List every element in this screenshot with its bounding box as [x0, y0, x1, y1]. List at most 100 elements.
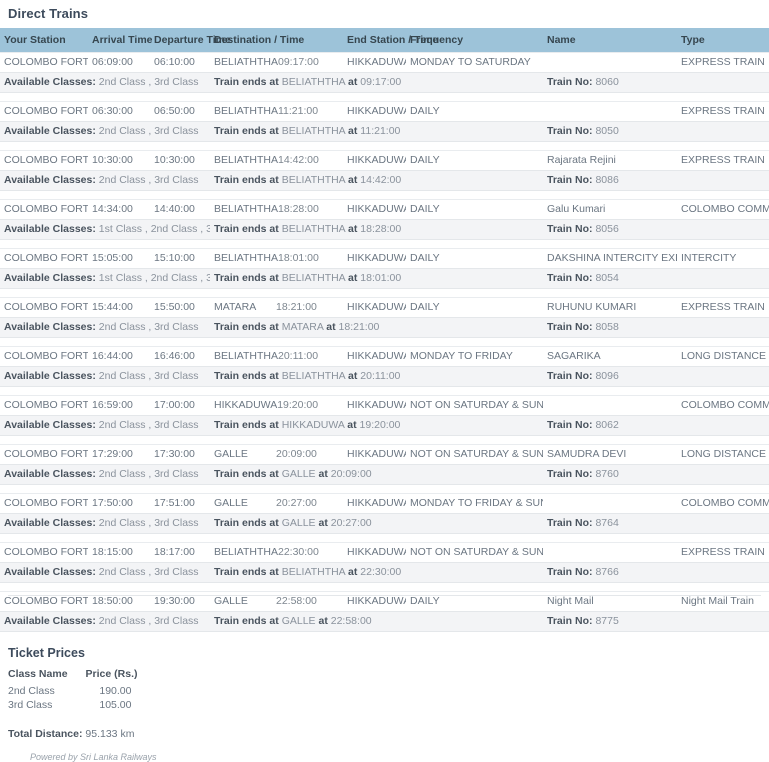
table-row[interactable]: COLOMBO FORT15:44:0015:50:00MATARA18:21:… [0, 298, 769, 318]
available-classes-label: Available Classes: [4, 468, 96, 480]
table-row[interactable]: COLOMBO FORT17:50:0017:51:00GALLE20:27:0… [0, 494, 769, 514]
train-ends-at-word: at [348, 125, 357, 137]
table-row-details: Available Classes: 2nd Class , 3rd Class… [0, 514, 769, 534]
train-ends-at: Train ends at BELIATHTHA at 20:11:00 [210, 367, 543, 387]
train-ends-label: Train ends at [214, 223, 279, 235]
destination-station: BELIATHTHA [214, 105, 278, 118]
column-header-frequency[interactable]: Frequency [406, 28, 543, 53]
cell-departure-time: 15:50:00 [150, 298, 210, 318]
cell-train-name [543, 396, 677, 416]
cell-train-name: RUHUNU KUMARI [543, 298, 677, 318]
end-station: HIKKADUWA [347, 350, 406, 363]
table-row-details: Available Classes: 2nd Class , 3rd Class… [0, 612, 769, 632]
cell-your-station: COLOMBO FORT [0, 200, 88, 220]
available-classes: Available Classes: 2nd Class , 3rd Class [0, 514, 210, 534]
destination-time: 20:09:00 [276, 448, 317, 460]
train-ends-station: BELIATHTHA [282, 76, 345, 88]
cell-destination: GALLE20:09:00 [210, 445, 343, 465]
available-classes-value: 2nd Class , 3rd Class [99, 125, 199, 137]
destination-time: 18:01:00 [278, 252, 319, 264]
train-ends-station: BELIATHTHA [282, 125, 345, 137]
available-classes-label: Available Classes: [4, 223, 96, 235]
table-row[interactable]: COLOMBO FORT14:34:0014:40:00BELIATHTHA18… [0, 200, 769, 220]
available-classes-value: 2nd Class , 3rd Class [99, 566, 199, 578]
cell-your-station: COLOMBO FORT [0, 494, 88, 514]
table-row[interactable]: COLOMBO FORT15:05:0015:10:00BELIATHTHA18… [0, 249, 769, 269]
end-station: HIKKADUWA [347, 301, 406, 314]
destination-station: BELIATHTHA [214, 56, 278, 69]
train-no-value: 8062 [595, 419, 618, 431]
train-ends-station: BELIATHTHA [282, 370, 345, 382]
train-ends-at: Train ends at BELIATHTHA at 11:21:00 [210, 122, 543, 142]
row-spacer [0, 191, 769, 200]
cell-train-type: LONG DISTANCE [677, 445, 769, 465]
cell-train-type: COLOMBO COMMUTER [677, 494, 769, 514]
end-station: HIKKADUWA [347, 252, 406, 265]
cell-end-station: HIKKADUWA20:09:00 [343, 494, 406, 514]
train-ends-station: GALLE [282, 615, 316, 627]
cell-end-station: HIKKADUWA12:22:00 [343, 151, 406, 171]
table-row[interactable]: COLOMBO FORT16:44:0016:46:00BELIATHTHA20… [0, 347, 769, 367]
cell-your-station: COLOMBO FORT [0, 543, 88, 563]
column-header-name[interactable]: Name [543, 28, 677, 53]
table-row[interactable]: COLOMBO FORT18:15:0018:17:00BELIATHTHA22… [0, 543, 769, 563]
train-ends-time: 14:42:00 [360, 174, 401, 186]
column-header-departure-time[interactable]: Departure Time [150, 28, 210, 53]
column-header-arrival-time[interactable]: Arrival Time [88, 28, 150, 53]
cell-departure-time: 16:46:00 [150, 347, 210, 367]
price-row: 2nd Class190.00 [8, 684, 137, 698]
table-row[interactable]: COLOMBO FORT17:29:0017:30:00GALLE20:09:0… [0, 445, 769, 465]
cell-train-type: INTERCITY [677, 249, 769, 269]
cell-end-station: HIKKADUWA18:29:00 [343, 347, 406, 367]
cell-arrival-time: 06:30:00 [88, 102, 150, 122]
table-row[interactable]: COLOMBO FORT10:30:0010:30:00BELIATHTHA14… [0, 151, 769, 171]
column-header-your-station[interactable]: Your Station [0, 28, 88, 53]
available-classes: Available Classes: 2nd Class , 3rd Class [0, 612, 210, 632]
column-header-class-name: Class Name [8, 668, 68, 684]
train-ends-label: Train ends at [214, 76, 279, 88]
column-header-end-station[interactable]: End Station / Time [343, 28, 406, 53]
destination-time: 09:17:00 [278, 56, 319, 68]
train-ends-time: 20:09:00 [331, 468, 372, 480]
train-no-label: Train No: [547, 370, 593, 382]
cell-train-type: EXPRESS TRAIN [677, 53, 769, 73]
cell-end-station: HIKKADUWA07:44:00 [343, 53, 406, 73]
train-no-label: Train No: [547, 76, 593, 88]
row-spacer [0, 534, 769, 543]
ticket-prices-section: Ticket Prices Class Name Price (Rs.) 2nd… [0, 632, 769, 762]
available-classes: Available Classes: 2nd Class , 3rd Class [0, 416, 210, 436]
train-ends-label: Train ends at [214, 272, 279, 284]
destination-station: BELIATHTHA [214, 546, 278, 559]
cell-destination: MATARA18:21:00 [210, 298, 343, 318]
cell-your-station: COLOMBO FORT [0, 445, 88, 465]
end-station: HIKKADUWA [347, 595, 406, 608]
train-ends-label: Train ends at [214, 419, 279, 431]
cell-departure-time: 17:00:00 [150, 396, 210, 416]
train-no-label: Train No: [547, 223, 593, 235]
total-distance-label: Total Distance: [8, 728, 82, 740]
powered-by-text: Powered by Sri Lanka Railways [8, 752, 769, 762]
train-ends-at-word: at [348, 566, 357, 578]
destination-time: 22:30:00 [278, 546, 319, 558]
column-header-type[interactable]: Type [677, 28, 769, 53]
train-ends-label: Train ends at [214, 370, 279, 382]
column-header-destination[interactable]: Destination / Time [210, 28, 343, 53]
train-no-value: 8775 [595, 615, 618, 627]
train-no-value: 8764 [595, 517, 618, 529]
destination-station: BELIATHTHA [214, 203, 278, 216]
cell-train-name: Galu Kumari [543, 200, 677, 220]
train-no-value: 8760 [595, 468, 618, 480]
price-value: 190.00 [68, 684, 138, 698]
train-ends-at: Train ends at GALLE at 20:27:00 [210, 514, 543, 534]
available-classes-label: Available Classes: [4, 566, 96, 578]
train-ends-at: Train ends at BELIATHTHA at 22:30:00 [210, 563, 543, 583]
table-row[interactable]: COLOMBO FORT16:59:0017:00:00HIKKADUWA19:… [0, 396, 769, 416]
table-row[interactable]: COLOMBO FORT06:09:0006:10:00BELIATHTHA09… [0, 53, 769, 73]
train-number: Train No: 8096 [543, 367, 769, 387]
train-no-label: Train No: [547, 174, 593, 186]
cell-destination: BELIATHTHA18:28:00 [210, 200, 343, 220]
cell-train-type: EXPRESS TRAIN [677, 543, 769, 563]
cell-your-station: COLOMBO FORT [0, 151, 88, 171]
train-ends-at-word: at [326, 321, 335, 333]
table-row[interactable]: COLOMBO FORT06:30:0006:50:00BELIATHTHA11… [0, 102, 769, 122]
